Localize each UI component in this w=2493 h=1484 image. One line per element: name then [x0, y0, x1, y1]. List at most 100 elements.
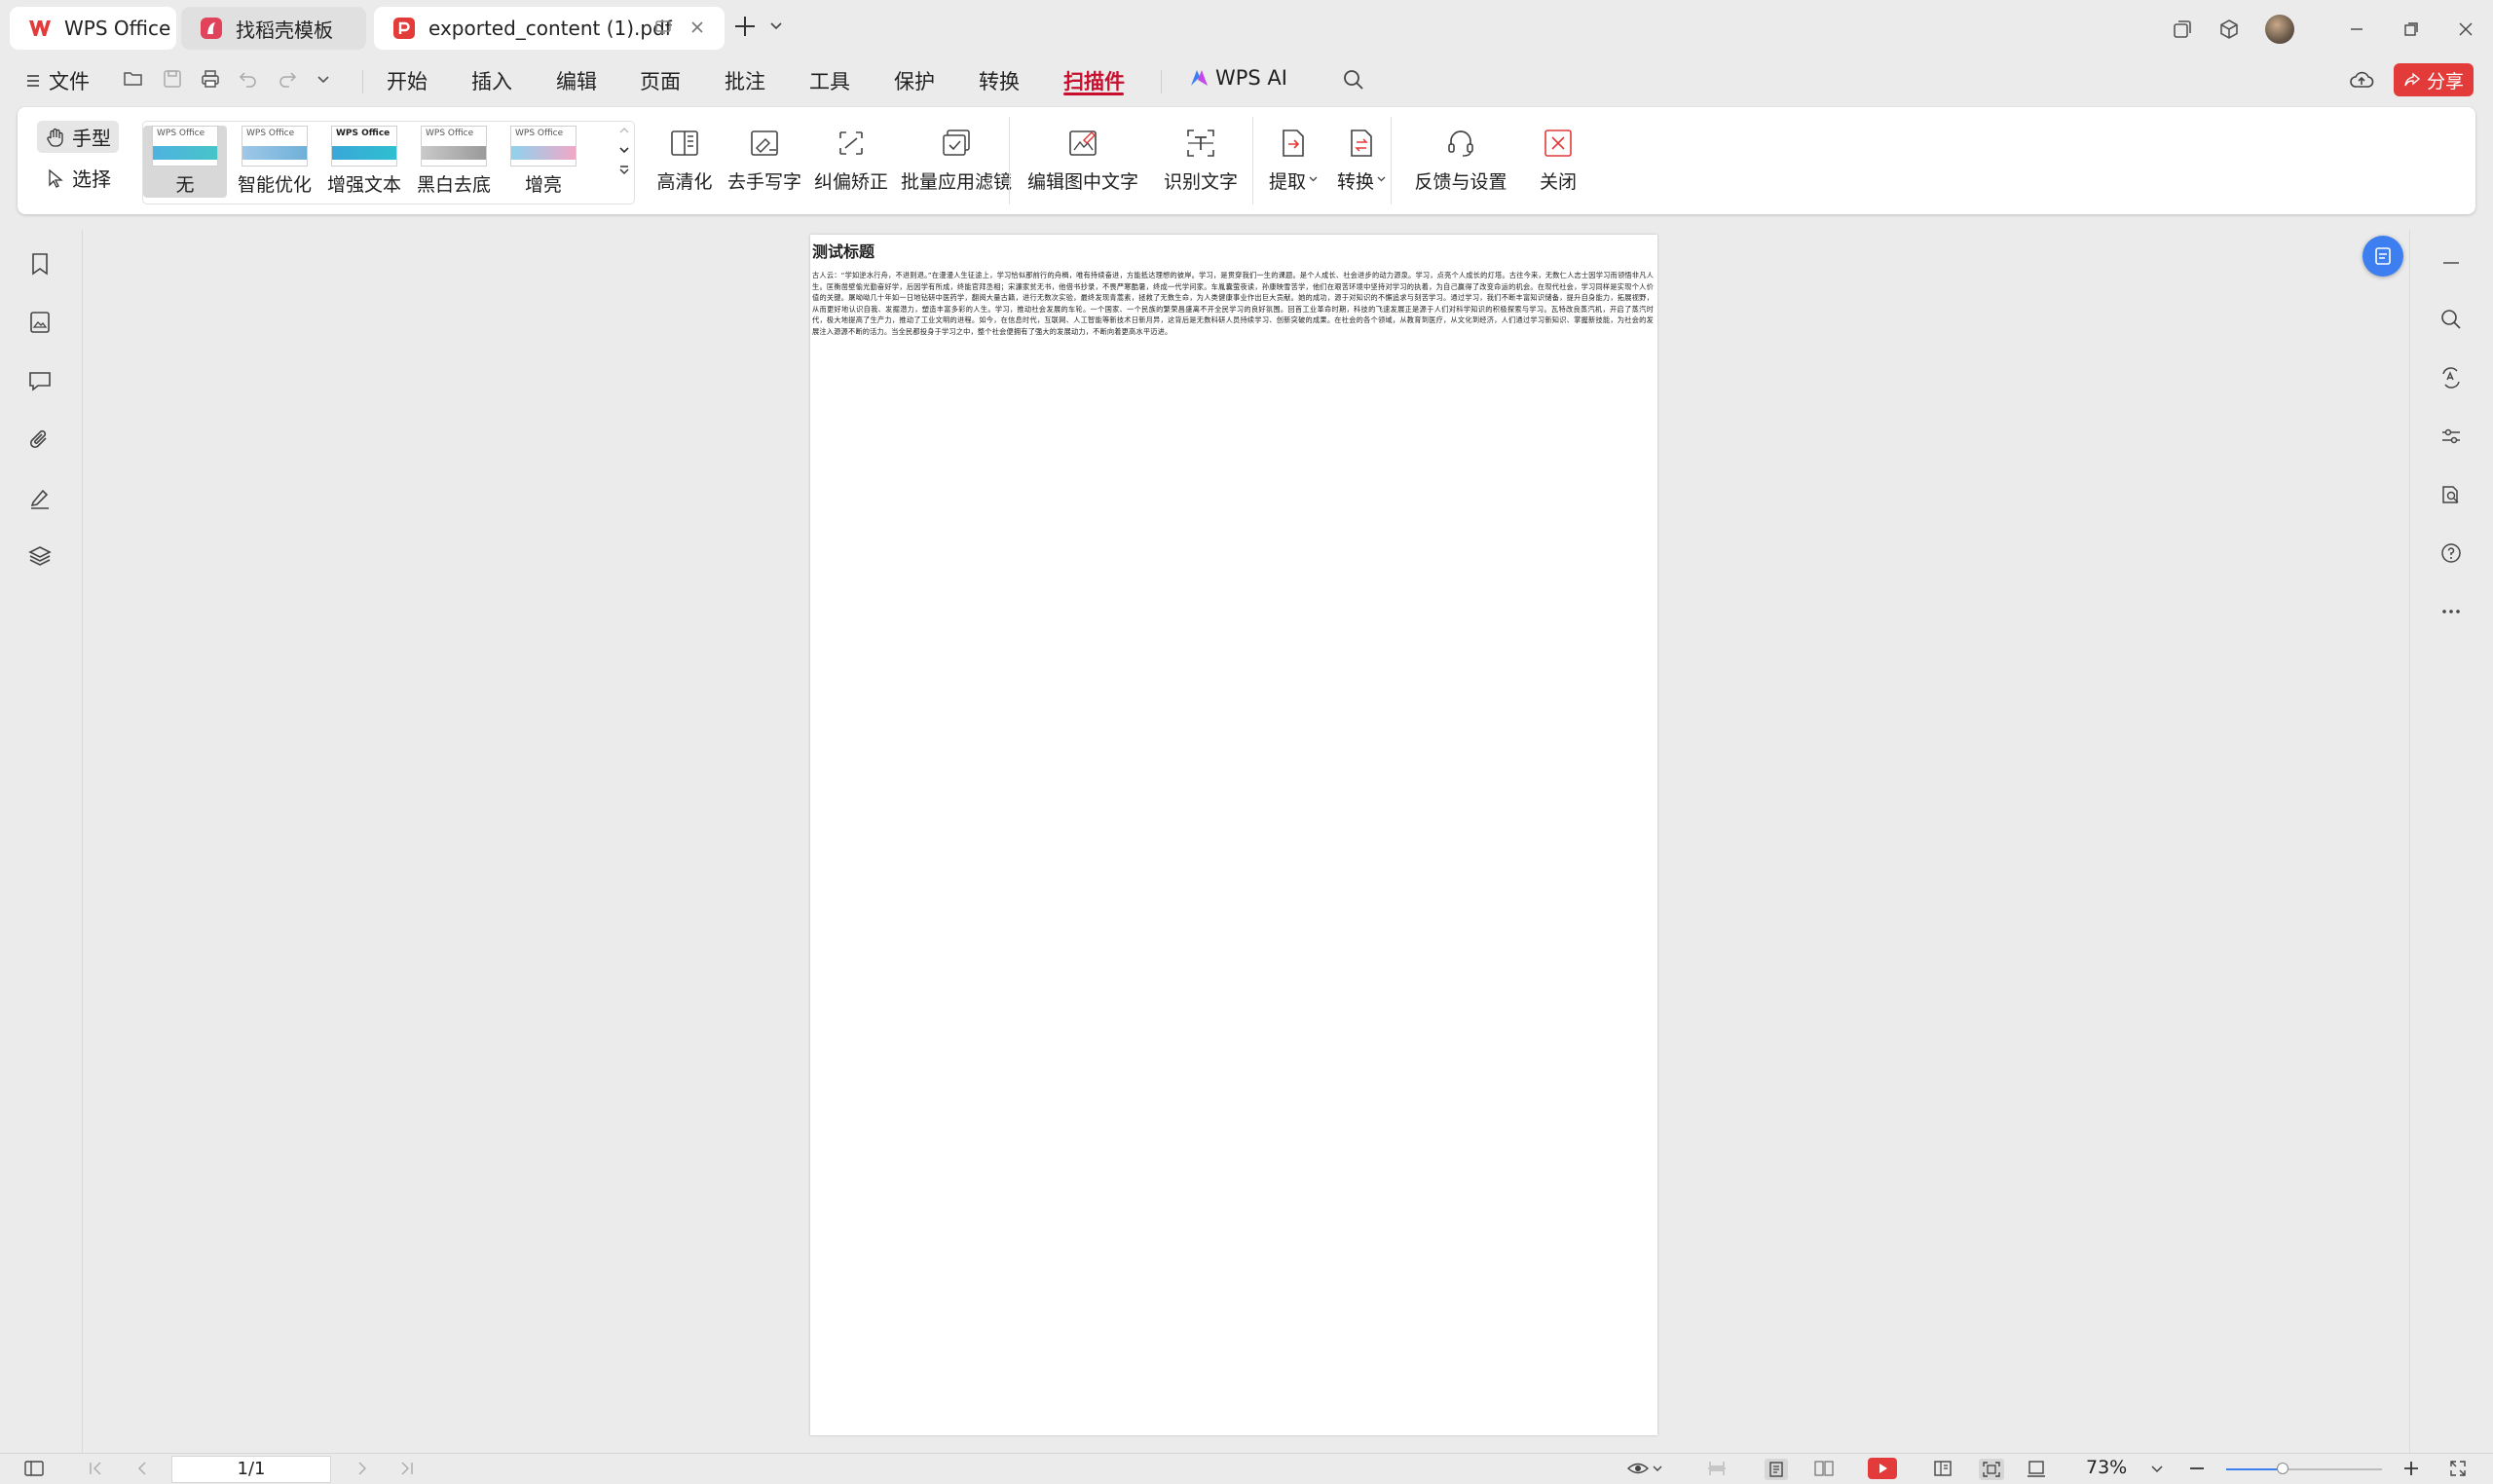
new-tab-plus-icon[interactable] — [732, 14, 758, 39]
hand-icon — [47, 128, 63, 147]
restore-button[interactable] — [2384, 0, 2438, 58]
last-page-icon[interactable] — [397, 1459, 417, 1478]
close-scan-button[interactable]: 关闭 — [1517, 127, 1599, 194]
zoom-out-icon[interactable] — [2187, 1459, 2207, 1478]
pdf-page[interactable]: 测试标题 古人云：“学如逆水行舟，不进则退。”在漫漫人生征途上，学习恰似那前行的… — [810, 235, 1657, 1435]
save-icon[interactable] — [162, 68, 183, 90]
tab-list-chevron-icon[interactable] — [769, 19, 783, 33]
find-icon[interactable] — [2439, 308, 2463, 331]
close-window-button[interactable] — [2438, 0, 2493, 58]
help-icon[interactable] — [2439, 541, 2463, 565]
next-page-icon[interactable] — [353, 1459, 372, 1478]
bookmark-icon[interactable] — [27, 251, 53, 277]
quick-access-chevron-icon[interactable] — [316, 72, 331, 88]
open-folder-icon[interactable] — [123, 68, 144, 90]
hd-enhance-button[interactable]: 高清化 — [641, 127, 728, 194]
filter-enhance-text[interactable]: WPS Office 增强文本 — [322, 126, 406, 197]
filter-smart-optimize[interactable]: WPS Office 智能优化 — [233, 126, 316, 197]
close-tab-icon[interactable] — [689, 19, 705, 35]
batch-filter-button[interactable]: 批量应用滤镜 — [898, 127, 1015, 194]
more-icon[interactable] — [2439, 600, 2463, 623]
hand-tool-button[interactable]: 手型 — [37, 121, 119, 153]
deskew-button[interactable]: 纠偏矫正 — [804, 127, 898, 194]
close-scan-label: 关闭 — [1539, 171, 1577, 193]
filter-none[interactable]: WPS Office 无 — [143, 126, 227, 198]
adjust-settings-icon[interactable] — [2439, 425, 2463, 448]
menu-convert[interactable]: 转换 — [979, 66, 1020, 95]
menu-page[interactable]: 页面 — [640, 66, 681, 95]
deskew-label: 纠偏矫正 — [813, 171, 888, 193]
menu-protect[interactable]: 保护 — [894, 66, 935, 95]
left-sidebar — [0, 230, 83, 1453]
zoom-level-text[interactable]: 73% — [2086, 1457, 2127, 1478]
user-avatar[interactable] — [2265, 15, 2294, 44]
window-restore-group-icon[interactable] — [2172, 19, 2193, 40]
fit-width-icon[interactable] — [1706, 1459, 1728, 1478]
signature-icon[interactable] — [27, 485, 53, 510]
play-presentation-button[interactable] — [1868, 1458, 1897, 1479]
scroll-up-icon[interactable] — [618, 126, 630, 135]
thumb-text: WPS Office — [426, 129, 474, 138]
collapse-dash-icon[interactable] — [2439, 251, 2463, 275]
wps-ai-button[interactable]: WPS AI — [1188, 66, 1287, 90]
feedback-settings-button[interactable]: 反馈与设置 — [1404, 127, 1517, 194]
menu-tools[interactable]: 工具 — [809, 66, 850, 95]
fit-page-icon[interactable] — [1979, 1459, 2004, 1480]
remove-handwriting-button[interactable]: 去手写字 — [717, 127, 812, 194]
select-tool-button[interactable]: 选择 — [37, 162, 119, 194]
zoom-dropdown-chevron-icon[interactable] — [2150, 1463, 2164, 1476]
ribbon-separator — [1009, 117, 1010, 204]
filter-brighten[interactable]: WPS Office 增亮 — [502, 126, 585, 197]
edit-image-text-button[interactable]: 编辑图中文字 — [1024, 127, 1141, 194]
file-menu[interactable]: 文件 — [25, 66, 90, 95]
edit-image-text-label: 编辑图中文字 — [1026, 171, 1138, 193]
tab-docer-templates[interactable]: 找稻壳模板 — [181, 7, 366, 50]
minimize-button[interactable] — [2329, 0, 2384, 58]
tab-wps-office[interactable]: WPS Office — [10, 7, 176, 50]
search-icon[interactable] — [1342, 68, 1365, 92]
ocr-button[interactable]: 识别文字 — [1157, 127, 1245, 194]
menu-edit[interactable]: 编辑 — [556, 66, 597, 95]
two-page-view-icon[interactable] — [1813, 1459, 1835, 1478]
redo-icon[interactable] — [277, 68, 298, 90]
tab-exported-pdf[interactable]: exported_content (1).pdf — [374, 7, 725, 50]
prev-page-icon[interactable] — [132, 1459, 152, 1478]
page-number-input[interactable]: 1/1 — [171, 1456, 331, 1483]
translate-icon[interactable] — [2439, 366, 2463, 390]
menu-insert[interactable]: 插入 — [471, 66, 512, 95]
cloud-upload-icon[interactable] — [2349, 68, 2374, 92]
cube-icon[interactable] — [2218, 19, 2240, 40]
document-search-icon[interactable] — [2439, 483, 2463, 506]
right-sidebar — [2409, 230, 2493, 1453]
reading-mode-icon[interactable] — [1932, 1459, 1953, 1478]
attachment-icon[interactable] — [27, 427, 53, 452]
first-page-icon[interactable] — [86, 1459, 105, 1478]
print-icon[interactable] — [200, 68, 221, 90]
expand-gallery-icon[interactable] — [618, 165, 630, 176]
menu-home[interactable]: 开始 — [387, 66, 428, 95]
thumb-text: WPS Office — [157, 129, 205, 138]
actual-size-icon[interactable] — [2026, 1459, 2047, 1478]
floating-tools-button[interactable] — [2363, 236, 2403, 277]
single-page-view-icon[interactable] — [1765, 1459, 1788, 1480]
menu-scan[interactable]: 扫描件 — [1063, 66, 1125, 95]
thumbnails-icon[interactable] — [27, 310, 53, 335]
eye-protection-icon[interactable] — [1626, 1459, 1663, 1478]
undo-icon[interactable] — [238, 68, 259, 90]
menu-annotate[interactable]: 批注 — [725, 66, 765, 95]
fullscreen-icon[interactable] — [2448, 1459, 2468, 1478]
toggle-sidebar-icon[interactable] — [23, 1459, 45, 1478]
filter-label: 无 — [175, 174, 195, 196]
layers-icon[interactable] — [27, 543, 53, 569]
zoom-in-icon[interactable] — [2401, 1459, 2421, 1478]
zoom-slider[interactable] — [2226, 1463, 2382, 1474]
filter-bw-clean[interactable]: WPS Office 黑白去底 — [412, 126, 496, 197]
scroll-down-icon[interactable] — [618, 145, 630, 155]
convert-dropdown[interactable]: 转换 — [1330, 127, 1393, 194]
ocr-icon — [1187, 130, 1214, 157]
zoom-slider-knob[interactable] — [2276, 1463, 2288, 1474]
screen-icon[interactable] — [654, 19, 672, 36]
comment-icon[interactable] — [27, 368, 53, 393]
extract-dropdown[interactable]: 提取 — [1262, 127, 1324, 194]
share-button[interactable]: 分享 — [2394, 63, 2474, 96]
